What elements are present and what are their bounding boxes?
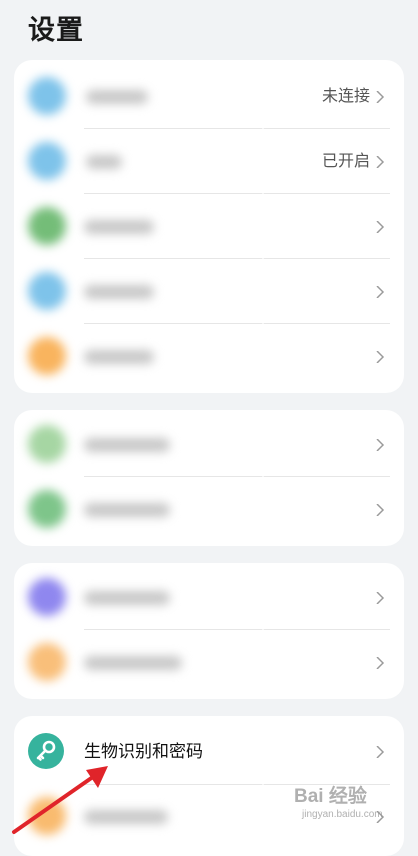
settings-item-7[interactable] <box>14 478 404 542</box>
chevron-right-icon <box>374 156 386 168</box>
image-seam <box>262 716 264 856</box>
chevron-right-icon <box>374 91 386 103</box>
settings-item-5[interactable] <box>14 325 404 389</box>
wifi-icon <box>28 77 66 115</box>
settings-item-8[interactable] <box>14 566 404 630</box>
row-divider <box>84 476 390 477</box>
image-seam <box>262 410 264 546</box>
chevron-right-icon <box>374 439 386 451</box>
sound-icon <box>28 578 66 616</box>
image-seam <box>262 60 264 393</box>
desktop-icon <box>28 643 66 681</box>
settings-group-3 <box>14 563 404 699</box>
chevron-right-icon <box>374 657 386 669</box>
notification-icon <box>28 425 66 463</box>
chevron-right-icon <box>374 746 386 758</box>
blurred-label <box>86 155 122 169</box>
blurred-label <box>84 220 154 234</box>
settings-item-3[interactable] <box>14 195 404 259</box>
settings-item-4[interactable] <box>14 260 404 324</box>
watermark: Bai 经验 jingyan.baidu.com <box>294 781 412 831</box>
row-divider <box>84 193 390 194</box>
chevron-right-icon <box>374 221 386 233</box>
blurred-label <box>86 90 148 104</box>
row-divider <box>84 629 390 630</box>
settings-group-1: 未连接 已开启 <box>14 60 404 393</box>
watermark-logo: Bai 经验 <box>294 786 367 807</box>
apps-icon <box>28 337 66 375</box>
network-icon <box>28 207 66 245</box>
bluetooth-status: 已开启 <box>321 153 370 170</box>
settings-item-6[interactable] <box>14 413 404 477</box>
watermark-url: jingyan.baidu.com <box>302 809 383 820</box>
display-icon <box>28 490 66 528</box>
row-divider <box>84 323 390 324</box>
bluetooth-icon <box>28 142 66 180</box>
blurred-label <box>84 350 154 364</box>
row-divider <box>84 128 390 129</box>
page-title: 设置 <box>28 15 84 45</box>
blurred-label <box>84 285 154 299</box>
blurred-label <box>84 438 170 452</box>
blurred-label <box>84 656 182 670</box>
settings-item-9[interactable] <box>14 631 404 695</box>
settings-item-bluetooth[interactable]: 已开启 <box>14 130 404 194</box>
chevron-right-icon <box>374 504 386 516</box>
settings-item-wlan[interactable]: 未连接 <box>14 65 404 129</box>
image-seam <box>262 563 264 699</box>
annotation-arrow <box>12 766 108 834</box>
chevron-right-icon <box>374 592 386 604</box>
blurred-label <box>84 591 170 605</box>
chevron-right-icon <box>374 351 386 363</box>
connection-icon <box>28 272 66 310</box>
wlan-status: 未连接 <box>321 88 370 105</box>
chevron-right-icon <box>374 286 386 298</box>
blurred-label <box>84 503 170 517</box>
settings-group-2 <box>14 410 404 546</box>
row-divider <box>84 258 390 259</box>
